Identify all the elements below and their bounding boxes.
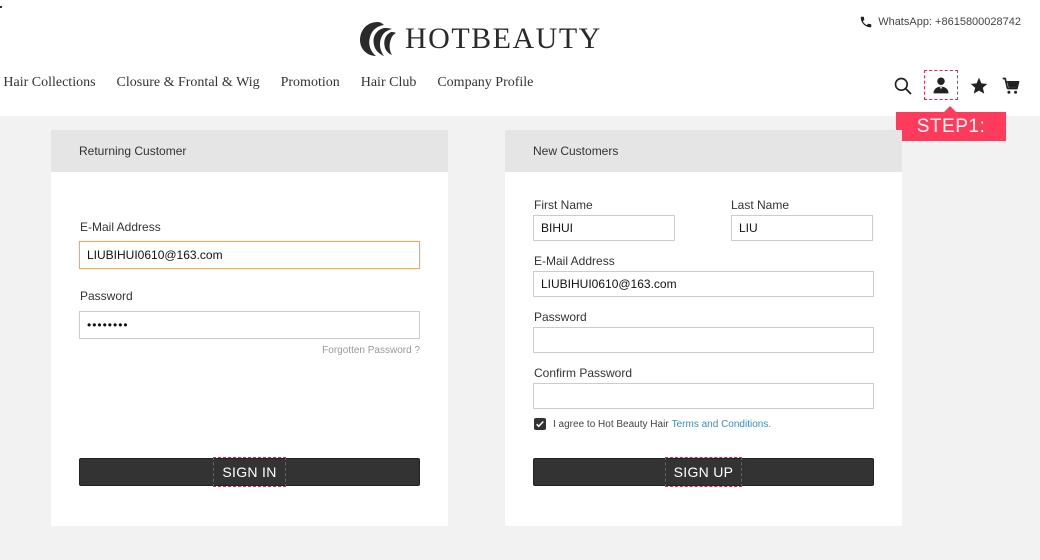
hair-logo-icon — [360, 22, 396, 56]
agree-checkbox[interactable] — [534, 418, 546, 430]
confirm-password-input[interactable] — [533, 383, 874, 409]
password-label: Password — [80, 289, 133, 303]
panel-title: New Customers — [505, 130, 902, 172]
last-name-input[interactable] — [731, 215, 873, 241]
signup-email-input[interactable] — [533, 271, 874, 297]
brand-logo[interactable]: HOTBEAUTY — [358, 20, 602, 58]
stray-mark — [0, 6, 2, 8]
nav-hair-club[interactable]: Hair Club — [361, 75, 417, 91]
cart-icon[interactable] — [1000, 75, 1022, 97]
first-name-label: First Name — [534, 198, 593, 212]
nav-hair-collections[interactable]: l Hair Collections — [0, 75, 96, 91]
main-nav: l Hair Collections Closure & Frontal & W… — [0, 75, 554, 91]
agree-text: I agree to Hot Beauty Hair — [553, 418, 669, 430]
nav-company-profile[interactable]: Company Profile — [437, 75, 533, 91]
sign-up-label: SIGN UP — [664, 457, 743, 487]
search-icon[interactable] — [892, 75, 914, 97]
logo-text: HOTBEAUTY — [405, 22, 602, 55]
check-icon — [536, 420, 544, 428]
sign-in-label: SIGN IN — [213, 457, 286, 487]
nav-promotion[interactable]: Promotion — [281, 75, 340, 91]
signin-email-input[interactable] — [79, 241, 420, 269]
phone-icon — [860, 16, 872, 28]
header-icons — [892, 70, 1022, 100]
returning-customer-panel: Returning Customer E-Mail Address Passwo… — [51, 130, 448, 526]
terms-agreement: I agree to Hot Beauty Hair Terms and Con… — [534, 418, 771, 430]
whatsapp-text: WhatsApp: +8615800028742 — [878, 16, 1021, 28]
email-label: E-Mail Address — [534, 254, 615, 268]
first-name-input[interactable] — [533, 215, 675, 241]
signin-password-input[interactable] — [79, 311, 420, 339]
password-label: Password — [534, 310, 587, 324]
whatsapp-contact[interactable]: WhatsApp: +8615800028742 — [859, 15, 1021, 29]
forgot-password-link[interactable]: Forgotten Password ? — [322, 345, 420, 356]
nav-closure-frontal-wig[interactable]: Closure & Frontal & Wig — [117, 75, 260, 91]
site-header: HOTBEAUTY WhatsApp: +8615800028742 l Hai… — [0, 0, 1040, 116]
email-label: E-Mail Address — [80, 220, 161, 234]
terms-link[interactable]: Terms and Conditions. — [672, 419, 772, 430]
step-tooltip: STEP1: — [896, 106, 1006, 141]
last-name-label: Last Name — [731, 198, 790, 212]
sign-up-button[interactable]: SIGN UP — [533, 457, 874, 487]
star-icon[interactable] — [968, 75, 990, 97]
panel-title: Returning Customer — [51, 130, 448, 172]
sign-in-button[interactable]: SIGN IN — [79, 457, 420, 487]
confirm-password-label: Confirm Password — [534, 366, 633, 380]
user-icon[interactable] — [924, 70, 958, 100]
new-customers-panel: New Customers First Name Last Name E-Mai… — [505, 130, 902, 526]
signup-password-input[interactable] — [533, 327, 874, 353]
